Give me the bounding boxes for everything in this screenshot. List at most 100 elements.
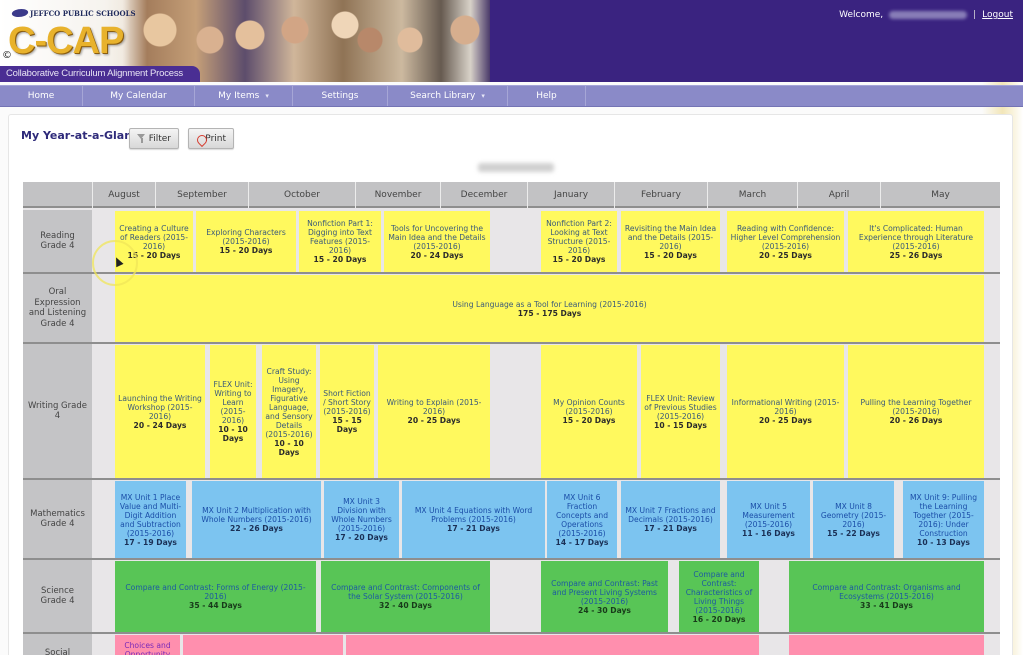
- nav-search-library[interactable]: Search Library ▾: [388, 86, 508, 106]
- unit-duration: 17 - 21 Days: [644, 524, 697, 533]
- unit-block[interactable]: Writing to Explain (2015-2016) 20 - 25 Da…: [378, 345, 490, 478]
- unit-block[interactable]: My Opinion Counts (2015-2016) 15 - 20 Day…: [541, 345, 637, 478]
- unit-title: My Opinion Counts (2015-2016): [553, 398, 625, 416]
- unit-block[interactable]: Compare and Contrast: Characteristics of…: [679, 561, 759, 632]
- unit-title: Reading with Confidence: Higher Level Co…: [730, 223, 841, 251]
- unit-duration: 20 - 26 Days: [889, 416, 943, 425]
- row-label-science-grade-4: Science Grade 4: [23, 560, 92, 632]
- month-december: December: [440, 182, 527, 208]
- nav-my-calendar-label: My Calendar: [110, 91, 167, 101]
- unit-title: MX Unit 5 Measurement (2015-2016): [742, 501, 795, 529]
- unit-block[interactable]: FLEX Unit: Writing to Learn (2015-2016) 1…: [210, 345, 256, 478]
- unit-duration: 10 - 15 Days: [654, 420, 707, 430]
- unit-title: Nonfiction Part 1: Digging into Text Fea…: [307, 219, 373, 255]
- month-may: May: [880, 182, 1000, 208]
- nav-help[interactable]: Help: [508, 86, 586, 106]
- month-february: February: [614, 182, 707, 208]
- unit-block[interactable]: Informational Writing (2015-2016) 20 - 25…: [727, 345, 844, 478]
- unit-block[interactable]: MX Unit 8 Geometry (2015-2016) 15 - 22 Da…: [813, 481, 894, 558]
- unit-block[interactable]: Compare and Contrast: Forms of Energy (2…: [115, 561, 316, 632]
- nav-help-label: Help: [536, 91, 557, 101]
- nav-settings[interactable]: Settings: [293, 86, 388, 106]
- unit-title: MX Unit 4 Equations with Word Problems (…: [414, 506, 533, 524]
- unit-title: Compare and Contrast: Characteristics of…: [685, 569, 753, 615]
- unit-block[interactable]: Creating a Culture of Readers (2015-2016…: [115, 211, 193, 272]
- unit-block[interactable]: MX Unit 7 Fractions and Decimals (2015-2…: [621, 481, 720, 558]
- logout-link[interactable]: Logout: [982, 10, 1013, 20]
- unit-title: MX Unit 8 Geometry (2015-2016): [820, 501, 887, 529]
- unit-title: FLEX Unit: Writing to Learn (2015-2016): [213, 380, 253, 425]
- unit-block[interactable]: MX Unit 4 Equations with Word Problems (…: [402, 481, 545, 558]
- unit-block[interactable]: Craft Study: Using Imagery, Figurative L…: [262, 345, 316, 478]
- unit-duration: 32 - 40 Days: [379, 601, 432, 610]
- unit-title: Revisiting the Main Idea and the Details…: [624, 223, 717, 251]
- unit-block[interactable]: Launching the Writing Workshop (2015-201…: [115, 345, 205, 478]
- unit-duration: 15 - 20 Days: [219, 246, 273, 255]
- user-welcome: Welcome, | Logout: [839, 10, 1013, 20]
- filter-button[interactable]: Filter: [129, 128, 179, 149]
- unit-title: Compare and Contrast: Components of the …: [331, 583, 480, 601]
- unit-duration: 15 - 20 Days: [127, 250, 181, 260]
- unit-block[interactable]: Revisiting the Main Idea and the Details…: [621, 211, 720, 272]
- unit-title: MX Unit 1 Place Value and Multi-Digit Ad…: [119, 492, 182, 538]
- unit-title: Tools for Uncovering the Main Idea and t…: [388, 223, 486, 251]
- unit-block[interactable]: [346, 635, 759, 655]
- unit-title: MX Unit 2 Multiplication with Whole Numb…: [201, 506, 312, 524]
- app-logo[interactable]: C-CAP: [8, 20, 124, 63]
- year-calendar-grid: August September October November December Ja…: [23, 182, 1000, 655]
- month-november: November: [355, 182, 440, 208]
- row-divider: [23, 558, 1000, 560]
- unit-title: Exploring Characters (2015-2016): [206, 228, 286, 246]
- chevron-down-icon: ▾: [481, 92, 485, 100]
- unit-block[interactable]: Reading with Confidence: Higher Level Co…: [727, 211, 844, 272]
- print-label: Print: [205, 133, 226, 144]
- month-september: September: [155, 182, 248, 208]
- nav-my-calendar[interactable]: My Calendar: [83, 86, 195, 106]
- unit-block[interactable]: Pulling the Learning Together (2015-2016…: [848, 345, 984, 478]
- unit-block[interactable]: Short Fiction / Short Story (2015-2016) 1…: [320, 345, 374, 478]
- unit-block[interactable]: Tools for Uncovering the Main Idea and t…: [384, 211, 490, 272]
- unit-block[interactable]: MX Unit 3 Division with Whole Numbers (2…: [324, 481, 399, 558]
- date-range: 8/2015 - 5/2016: [478, 163, 554, 172]
- unit-duration: 15 - 20 Days: [552, 255, 606, 264]
- unit-block[interactable]: Choices and Opportunity: [115, 635, 180, 655]
- nav-home[interactable]: Home: [0, 86, 83, 106]
- unit-block[interactable]: FLEX Unit: Review of Previous Studies (2…: [641, 345, 720, 478]
- unit-duration: 20 - 25 Days: [759, 250, 812, 260]
- print-button[interactable]: Print: [188, 128, 234, 149]
- row-label-oral-expression-and-listening-grade-4: Oral Expression and Listening Grade 4: [23, 274, 92, 342]
- unit-duration: 20 - 25 Days: [407, 416, 461, 425]
- unit-block[interactable]: Compare and Contrast: Past and Present L…: [541, 561, 668, 632]
- unit-block[interactable]: MX Unit 2 Multiplication with Whole Numb…: [192, 481, 321, 558]
- unit-block[interactable]: Nonfiction Part 1: Digging into Text Fea…: [299, 211, 381, 272]
- unit-duration: 15 - 20 Days: [562, 416, 616, 425]
- nav-my-items[interactable]: My Items ▾: [195, 86, 293, 106]
- unit-duration: 11 - 16 Days: [742, 528, 795, 538]
- unit-block[interactable]: MX Unit 5 Measurement (2015-2016) 11 - 16…: [727, 481, 810, 558]
- unit-block[interactable]: Using Language as a Tool for Learning (2…: [115, 275, 984, 342]
- nav-settings-label: Settings: [321, 91, 359, 101]
- unit-block[interactable]: [183, 635, 343, 655]
- unit-block[interactable]: It's Complicated: Human Experience throu…: [848, 211, 984, 272]
- unit-title: FLEX Unit: Review of Previous Studies (2…: [644, 393, 717, 421]
- unit-duration: 175 - 175 Days: [517, 308, 582, 318]
- welcome-label: Welcome,: [839, 10, 884, 20]
- unit-block[interactable]: MX Unit 6 Fraction Concepts and Operatio…: [547, 481, 617, 558]
- unit-block[interactable]: Exploring Characters (2015-2016) 15 - 20 …: [196, 211, 296, 272]
- unit-title: Compare and Contrast: Past and Present L…: [551, 578, 658, 606]
- unit-block[interactable]: [789, 635, 984, 655]
- unit-duration: 25 - 26 Days: [889, 250, 943, 260]
- unit-block[interactable]: MX Unit 1 Place Value and Multi-Digit Ad…: [115, 481, 186, 558]
- unit-title: Choices and Opportunity: [124, 641, 171, 655]
- page-title: My Year-at-a-Glance: [21, 129, 147, 142]
- unit-title: MX Unit 9: Pulling the Learning Together…: [909, 492, 978, 538]
- month-august: August: [92, 182, 155, 208]
- separator: |: [973, 10, 977, 20]
- unit-block[interactable]: Compare and Contrast: Components of the …: [321, 561, 490, 632]
- unit-block[interactable]: MX Unit 9: Pulling the Learning Together…: [903, 481, 984, 558]
- unit-title: Compare and Contrast: Forms of Energy (2…: [125, 583, 306, 601]
- unit-duration: 20 - 25 Days: [759, 416, 812, 425]
- unit-duration: 35 - 44 Days: [189, 601, 242, 610]
- unit-block[interactable]: Nonfiction Part 2: Looking at Text Struc…: [541, 211, 617, 272]
- unit-block[interactable]: Compare and Contrast: Organisms and Ecos…: [789, 561, 984, 632]
